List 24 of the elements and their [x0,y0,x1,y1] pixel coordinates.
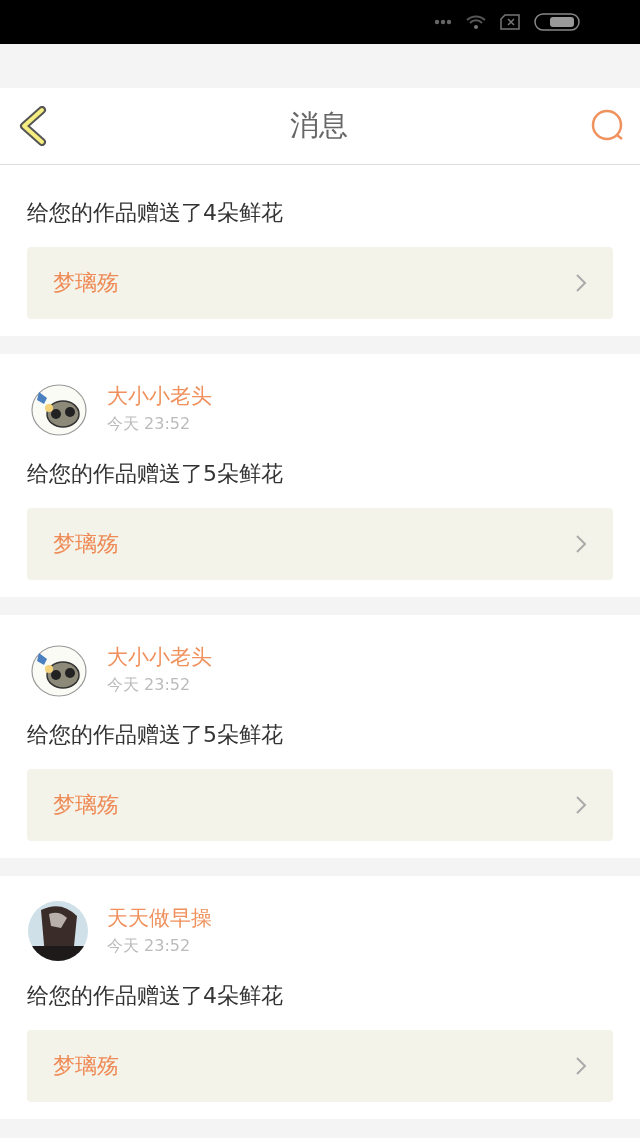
sender-name[interactable]: 天天做早操 [107,903,212,933]
back-icon[interactable] [18,106,48,146]
message-time: 今天 23:52 [107,935,192,957]
message-time: 今天 23:52 [107,674,192,696]
message-text: 给您的作品赠送了5朵鲜花 [27,721,284,749]
work-link[interactable]: 梦璃殇 [27,769,613,841]
sender-name[interactable]: 大小小老头 [107,381,212,411]
sender-name[interactable]: 大小小老头 [107,642,212,672]
battery-icon [534,13,580,31]
work-link[interactable]: 梦璃殇 [27,508,613,580]
chevron-right-icon [575,1056,587,1076]
message-text: 给您的作品赠送了4朵鲜花 [27,982,284,1010]
chevron-right-icon [575,273,587,293]
work-link[interactable]: 梦璃殇 [27,1030,613,1102]
wifi-icon [466,15,486,29]
chevron-right-icon [575,534,587,554]
chevron-right-icon [575,795,587,815]
work-link[interactable]: 梦璃殇 [27,247,613,319]
message-text: 给您的作品赠送了4朵鲜花 [27,199,284,227]
no-sim-icon [500,14,520,30]
page-title: 消息 [290,107,348,144]
message-time: 今天 23:52 [107,413,192,435]
signal-dots-icon [434,19,452,25]
message-text: 给您的作品赠送了5朵鲜花 [27,460,284,488]
